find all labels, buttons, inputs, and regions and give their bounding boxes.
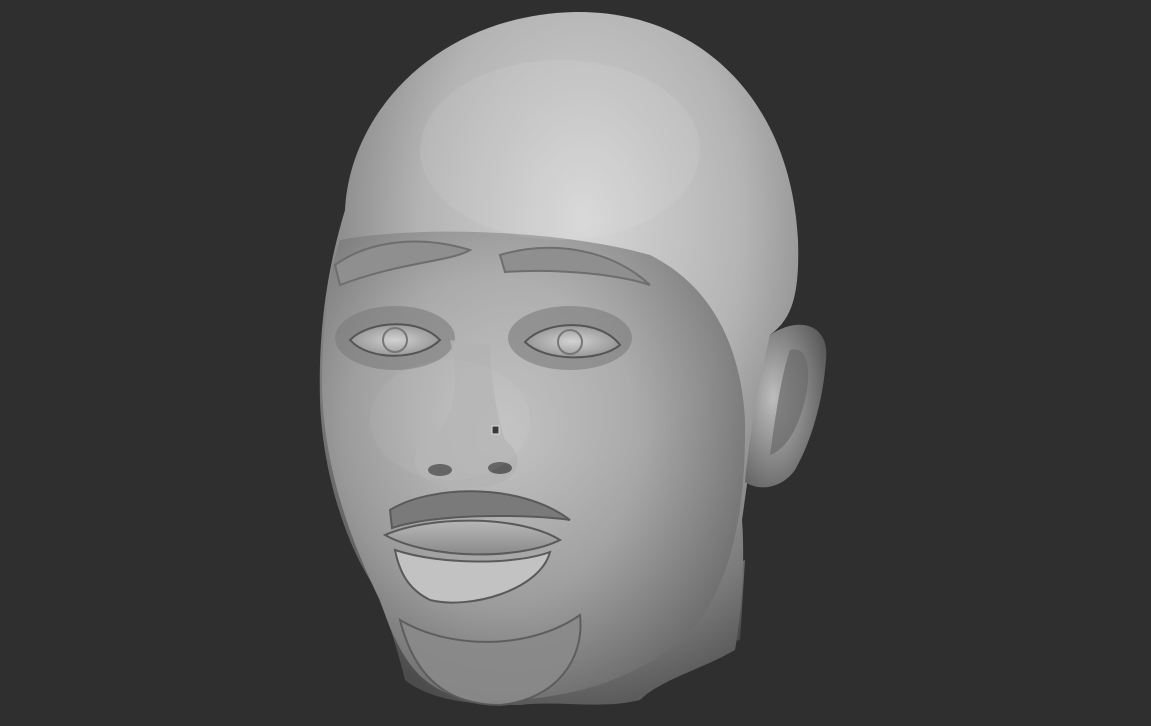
viewport [0, 0, 1151, 726]
face-plane [322, 231, 746, 701]
forehead-highlight [420, 60, 700, 240]
cheek-highlight [370, 360, 530, 480]
sculpt-render [319, 11, 827, 707]
